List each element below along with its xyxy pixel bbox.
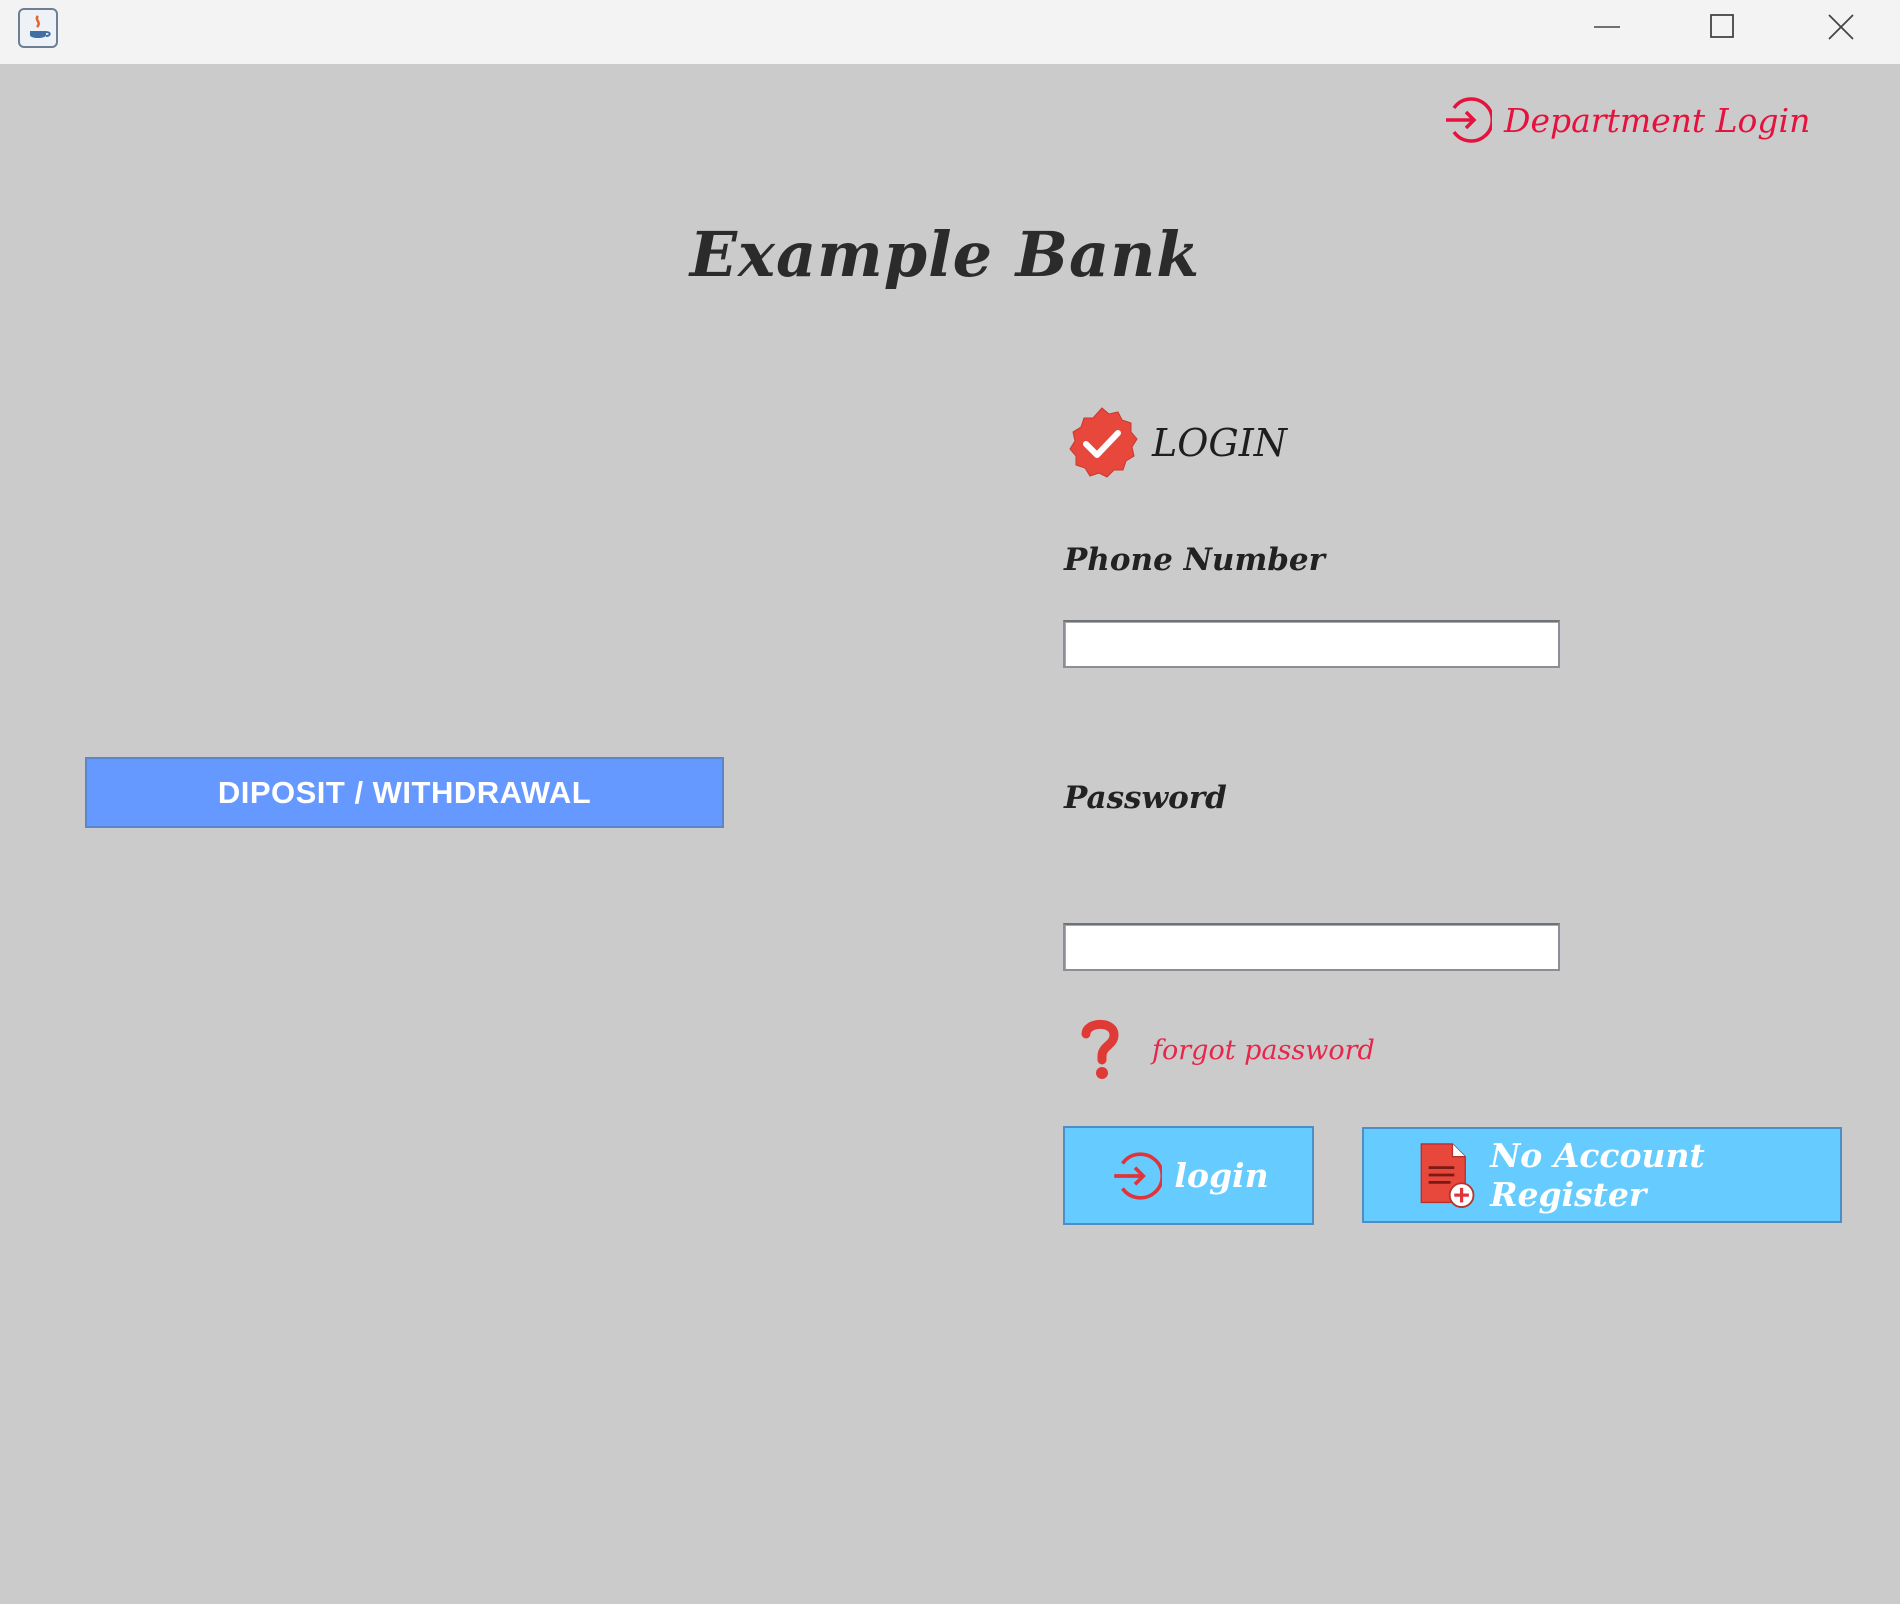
register-button[interactable]: No Account Register [1362,1127,1842,1223]
password-label: Password [1064,780,1227,816]
maximize-button[interactable] [1668,0,1778,52]
login-button[interactable]: login [1063,1126,1314,1225]
login-heading: LOGIN [1064,405,1287,481]
forgot-password-label: forgot password [1152,1034,1375,1066]
department-login-link[interactable]: Department Login [1440,92,1810,148]
forgot-password-link[interactable]: forgot password [1078,1018,1375,1082]
close-button[interactable] [1786,0,1896,52]
login-heading-label: LOGIN [1152,421,1288,465]
phone-number-label: Phone Number [1064,542,1325,578]
department-login-label: Department Login [1504,100,1811,140]
sign-in-arrow-icon [1114,1151,1163,1200]
register-button-label: No Account Register [1490,1136,1705,1214]
minimize-icon [1594,26,1620,28]
phone-number-input[interactable] [1063,620,1560,668]
java-icon[interactable] [18,8,58,48]
login-button-label: login [1174,1156,1269,1195]
close-icon [1828,14,1854,40]
sign-in-arrow-icon [1446,97,1492,143]
check-badge-icon [1069,407,1138,478]
minimize-button[interactable] [1552,0,1662,52]
add-document-icon [1420,1143,1475,1208]
deposit-withdrawal-button[interactable]: DIPOSIT / WITHDRAWAL [85,757,724,828]
password-input[interactable] [1063,923,1560,971]
maximize-icon [1710,14,1734,38]
page-title: Example Bank [689,218,1201,291]
question-mark-icon [1081,1019,1119,1079]
window-titlebar [0,0,1900,64]
